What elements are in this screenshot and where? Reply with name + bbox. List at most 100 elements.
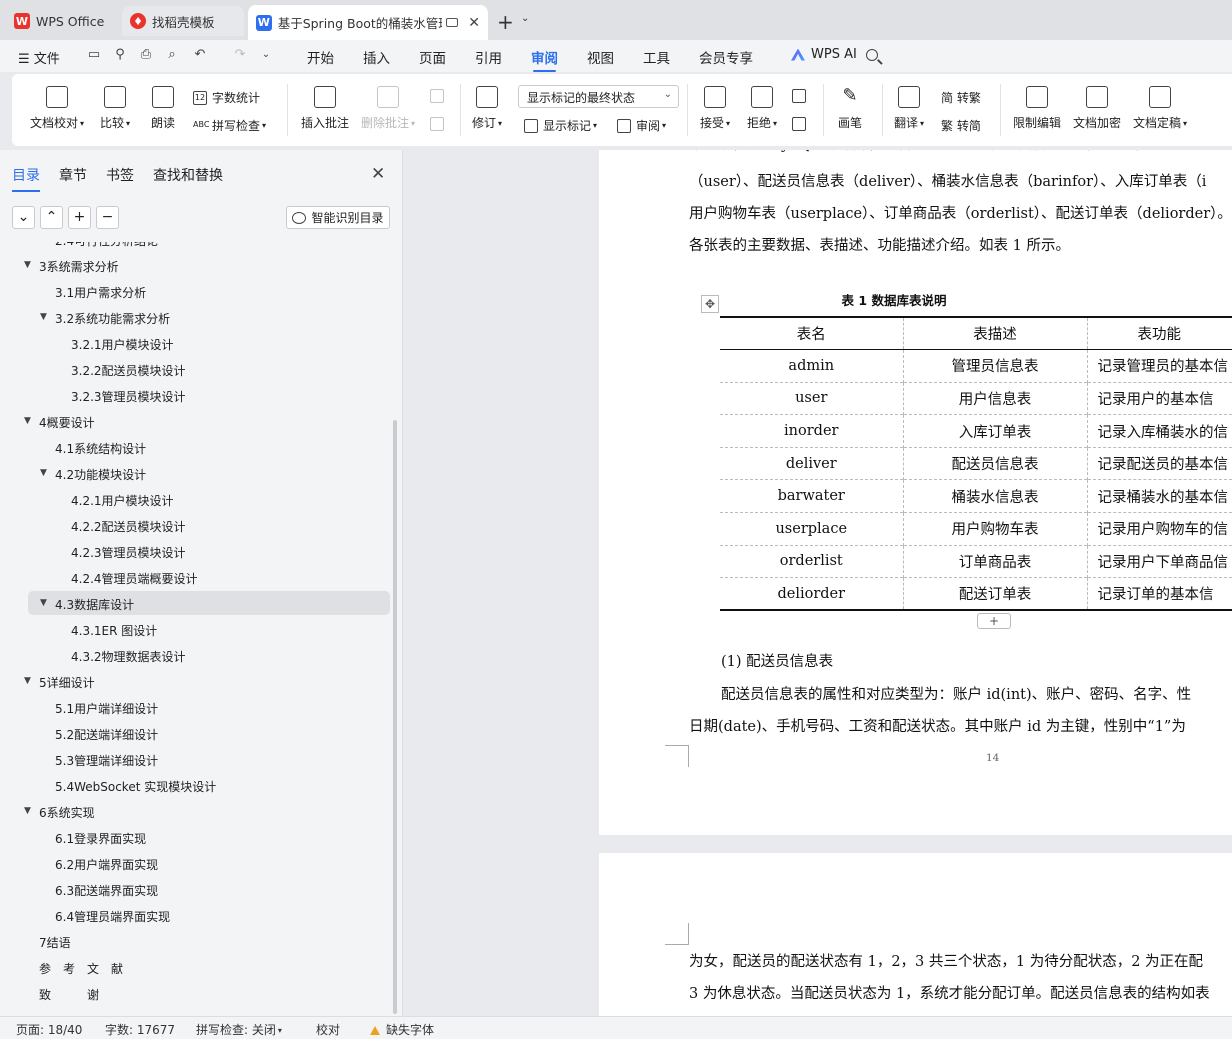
review-pane-button[interactable]: 审阅 ▾ bbox=[617, 117, 666, 134]
chevron-down-icon[interactable]: ⌄ bbox=[521, 13, 529, 24]
insert-comment-button[interactable]: 插入批注 bbox=[301, 86, 349, 131]
table-cell[interactable]: 记录入库桶装水的信 bbox=[1087, 414, 1232, 448]
toc-item[interactable]: 6.4管理员端界面实现 bbox=[55, 908, 170, 925]
smart-toc-button[interactable]: 智能识别目录 bbox=[286, 206, 390, 229]
tab-wps-office[interactable]: W WPS Office bbox=[6, 6, 118, 36]
toc-item[interactable]: 4.2.3管理员模块设计 bbox=[71, 544, 186, 561]
word-count-indicator[interactable]: 字数: 17677 bbox=[105, 1021, 175, 1038]
close-tab-icon[interactable]: ✕ bbox=[468, 15, 480, 31]
expand-arrow-icon[interactable]: ▼ bbox=[24, 676, 31, 686]
table-cell[interactable]: userplace bbox=[720, 512, 904, 546]
search-icon[interactable] bbox=[866, 49, 878, 61]
table-cell[interactable]: 记录用户购物车的信 bbox=[1087, 512, 1232, 546]
expand-up-button[interactable]: ⌃ bbox=[40, 206, 63, 229]
toc-item[interactable]: 3.1用户需求分析 bbox=[55, 284, 146, 301]
translate-button[interactable]: 翻译 ▾ bbox=[894, 86, 924, 131]
quick-access-dropdown-icon[interactable]: ⌄ bbox=[258, 47, 274, 63]
toc-item[interactable]: ▼ 3系统需求分析 bbox=[24, 258, 119, 275]
nav-tab-sections[interactable]: 章节 bbox=[59, 165, 87, 185]
table-cell[interactable]: deliorder bbox=[720, 577, 904, 612]
table-cell[interactable]: barwater bbox=[720, 479, 904, 513]
wps-ai-button[interactable]: WPS AI bbox=[791, 47, 857, 62]
menu-home[interactable]: 开始 bbox=[307, 47, 334, 67]
table-cell[interactable]: 配送员信息表 bbox=[903, 446, 1088, 480]
table-cell[interactable]: 记录订单的基本信 bbox=[1087, 577, 1232, 612]
restrict-edit-button[interactable]: 限制编辑 bbox=[1013, 86, 1061, 131]
new-tab-icon[interactable]: + bbox=[497, 10, 514, 34]
nav-tab-find-replace[interactable]: 查找和替换 bbox=[153, 165, 223, 185]
table-cell[interactable]: user bbox=[720, 381, 904, 415]
menu-page[interactable]: 页面 bbox=[419, 47, 446, 67]
table-cell[interactable]: 用户信息表 bbox=[903, 381, 1088, 415]
toc-scrollbar[interactable] bbox=[393, 420, 397, 1014]
table-cell[interactable]: 记录用户下单商品信 bbox=[1087, 544, 1232, 578]
table-move-handle-icon[interactable]: ✥ bbox=[701, 295, 719, 313]
table-cell[interactable]: 记录配送员的基本信 bbox=[1087, 446, 1232, 480]
toc-item[interactable]: ▼ 3.2系统功能需求分析 bbox=[40, 310, 170, 327]
toc-item[interactable]: 4.1系统结构设计 bbox=[55, 440, 146, 457]
save-icon[interactable]: ▭ bbox=[86, 47, 102, 63]
table-cell[interactable]: 订单商品表 bbox=[903, 544, 1088, 578]
table-cell[interactable]: 配送订单表 bbox=[903, 577, 1088, 612]
nav-tab-toc[interactable]: 目录 bbox=[12, 165, 40, 192]
expand-arrow-icon[interactable]: ▼ bbox=[40, 468, 47, 478]
toc-item[interactable]: 3.2.2配送员模块设计 bbox=[71, 362, 186, 379]
table-cell[interactable]: orderlist bbox=[720, 544, 904, 578]
tab-templates[interactable]: ♦ 找稻壳模板 bbox=[122, 6, 244, 36]
table-cell[interactable]: 记录用户的基本信 bbox=[1087, 381, 1232, 415]
toc-item[interactable]: 6.2用户端界面实现 bbox=[55, 856, 158, 873]
toc-item[interactable]: ▼ 4.3数据库设计 bbox=[40, 596, 134, 613]
toc-item[interactable]: 4.2.4管理员端概要设计 bbox=[71, 570, 198, 587]
toc-item[interactable]: 5.2配送端详细设计 bbox=[55, 726, 158, 743]
toc-item[interactable]: ▼ 4概要设计 bbox=[24, 414, 95, 431]
table-cell[interactable]: admin bbox=[720, 349, 904, 383]
toc-item[interactable]: 4.2.1用户模块设计 bbox=[71, 492, 174, 509]
revise-button[interactable]: 修订 ▾ bbox=[472, 86, 502, 131]
table-cell[interactable]: 记录桶装水的基本信 bbox=[1087, 479, 1232, 513]
page-indicator[interactable]: 页面: 18/40 bbox=[16, 1021, 82, 1038]
read-aloud-button[interactable]: 朗读 bbox=[151, 86, 175, 131]
print-icon[interactable]: ⎙ bbox=[138, 47, 154, 63]
finalize-button[interactable]: 文档定稿 ▾ bbox=[1133, 86, 1187, 131]
add-row-button[interactable]: + bbox=[977, 613, 1011, 629]
tab-document[interactable]: W 基于Spring Boot的桶装水管理 ✕ bbox=[248, 5, 488, 40]
toc-item[interactable]: 5.1用户端详细设计 bbox=[55, 700, 158, 717]
toc-item[interactable]: ▼ 6系统实现 bbox=[24, 804, 95, 821]
prev-change-button[interactable] bbox=[792, 89, 811, 103]
pen-button[interactable]: ✎ 画笔 bbox=[838, 86, 862, 131]
table-cell[interactable]: deliver bbox=[720, 446, 904, 480]
word-count-button[interactable]: 12 字数统计 bbox=[193, 89, 260, 106]
toc-item[interactable]: ▼ 5详细设计 bbox=[24, 674, 95, 691]
close-icon[interactable]: ✕ bbox=[371, 164, 385, 184]
delete-comment-button[interactable]: 删除批注 ▾ bbox=[361, 86, 415, 131]
next-change-button[interactable] bbox=[792, 117, 811, 131]
toc-item[interactable]: 2.4可行性分析结论 bbox=[55, 242, 158, 249]
reject-button[interactable]: 拒绝 ▾ bbox=[747, 86, 777, 131]
redo-icon[interactable]: ↷ bbox=[232, 47, 248, 63]
toc-item[interactable]: 3.2.1用户模块设计 bbox=[71, 336, 174, 353]
remove-heading-button[interactable]: − bbox=[96, 206, 119, 229]
expand-arrow-icon[interactable]: ▼ bbox=[40, 598, 47, 608]
expand-arrow-icon[interactable]: ▼ bbox=[24, 806, 31, 816]
menu-insert[interactable]: 插入 bbox=[363, 47, 390, 67]
toc-item[interactable]: 4.2.2配送员模块设计 bbox=[71, 518, 186, 535]
menu-review[interactable]: 审阅 bbox=[531, 47, 558, 72]
spell-check-button[interactable]: ABC 拼写检查 ▾ bbox=[193, 117, 266, 134]
doc-proof-button[interactable]: 文档校对 ▾ bbox=[30, 86, 84, 131]
encrypt-button[interactable]: 文档加密 bbox=[1073, 86, 1121, 131]
toc-item[interactable]: 参 考 文 献 bbox=[39, 960, 123, 977]
print-preview-icon[interactable]: ⌕ bbox=[164, 47, 180, 63]
table-cell[interactable]: 管理员信息表 bbox=[903, 349, 1088, 383]
compare-button[interactable]: 比较 ▾ bbox=[100, 86, 130, 131]
add-heading-button[interactable]: + bbox=[68, 206, 91, 229]
toc-item[interactable]: 6.1登录界面实现 bbox=[55, 830, 146, 847]
table-cell[interactable]: 记录管理员的基本信 bbox=[1087, 349, 1232, 383]
next-comment-button[interactable] bbox=[430, 117, 449, 131]
undo-icon[interactable]: ↶ bbox=[192, 47, 208, 63]
proof-status[interactable]: 校对 bbox=[316, 1021, 340, 1038]
table-cell[interactable]: inorder bbox=[720, 414, 904, 448]
share-icon[interactable]: ⚲ bbox=[112, 47, 128, 63]
markup-mode-select[interactable]: 显示标记的最终状态 ⌄ bbox=[518, 85, 679, 108]
menu-tools[interactable]: 工具 bbox=[643, 47, 670, 67]
toc-item[interactable]: ▼ 4.2功能模块设计 bbox=[40, 466, 146, 483]
